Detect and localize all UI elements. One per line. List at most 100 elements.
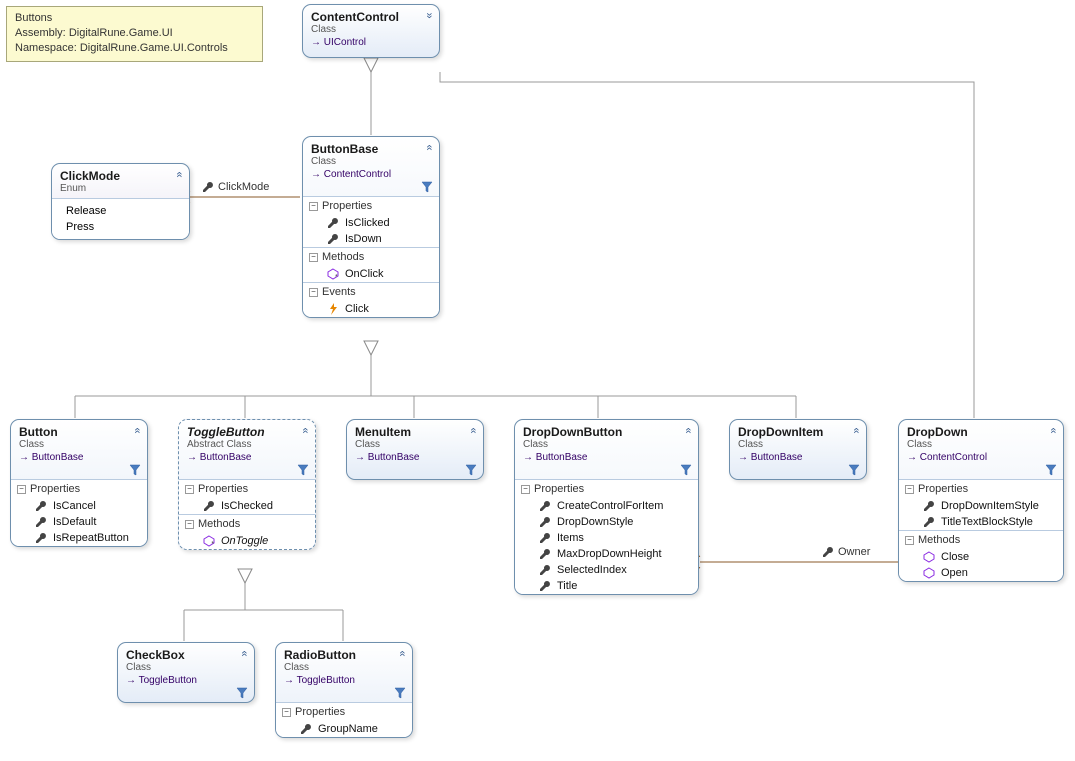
- class-title: MenuItem: [355, 425, 475, 439]
- minus-icon: −: [309, 253, 318, 262]
- collapse-icon[interactable]: »: [396, 653, 408, 656]
- minus-icon: −: [521, 485, 530, 494]
- wrench-icon: [327, 233, 339, 245]
- section-properties[interactable]: −Properties: [515, 480, 698, 498]
- enum-values: Release Press: [52, 198, 189, 239]
- property-item: IsDown: [303, 231, 439, 247]
- section-properties[interactable]: −Properties: [11, 480, 147, 498]
- minus-icon: −: [282, 708, 291, 717]
- wrench-icon: [35, 532, 47, 544]
- method-icon: [327, 268, 339, 280]
- class-title: ButtonBase: [311, 142, 431, 156]
- section-properties[interactable]: −Properties: [899, 480, 1063, 498]
- collapse-icon[interactable]: »: [238, 653, 250, 656]
- collapse-icon[interactable]: »: [850, 430, 862, 433]
- section-properties[interactable]: −Properties: [276, 703, 412, 721]
- wrench-icon: [539, 532, 551, 544]
- class-inherits: ContentControl: [311, 169, 431, 180]
- property-item: SelectedIndex: [515, 562, 698, 578]
- collapse-icon[interactable]: »: [423, 147, 435, 150]
- class-stereo: Class: [738, 439, 858, 450]
- class-ContentControl[interactable]: ContentControl Class UIControl «: [302, 4, 440, 58]
- class-title: DropDown: [907, 425, 1055, 439]
- enum-value: Release: [52, 203, 189, 219]
- collapse-icon[interactable]: »: [299, 430, 311, 433]
- collapse-icon[interactable]: »: [131, 430, 143, 433]
- info-title: Buttons: [15, 11, 254, 26]
- class-stereo: Abstract Class: [187, 439, 307, 450]
- class-stereo: Enum: [60, 183, 181, 194]
- minus-icon: −: [17, 485, 26, 494]
- expand-icon[interactable]: «: [423, 15, 435, 18]
- property-item: IsRepeatButton: [11, 530, 147, 546]
- association-label-clickmode: ClickMode: [202, 181, 269, 193]
- class-title: ClickMode: [60, 169, 181, 183]
- section-events[interactable]: −Events: [303, 283, 439, 301]
- method-item: Close: [899, 549, 1063, 565]
- filter-icon[interactable]: [297, 464, 309, 476]
- class-inherits: UIControl: [311, 37, 431, 48]
- filter-icon[interactable]: [465, 464, 477, 476]
- filter-icon[interactable]: [680, 464, 692, 476]
- method-icon: [203, 535, 215, 547]
- event-item: Click: [303, 301, 439, 317]
- minus-icon: −: [905, 536, 914, 545]
- class-inherits: ButtonBase: [523, 452, 690, 463]
- association-label-owner: Owner: [822, 546, 870, 558]
- minus-icon: −: [309, 202, 318, 211]
- method-icon: [923, 551, 935, 563]
- collapse-icon[interactable]: »: [467, 430, 479, 433]
- class-RadioButton[interactable]: RadioButton Class ToggleButton » −Proper…: [275, 642, 413, 738]
- minus-icon: −: [185, 485, 194, 494]
- minus-icon: −: [309, 288, 318, 297]
- class-inherits: ContentControl: [907, 452, 1055, 463]
- class-stereo: Class: [355, 439, 475, 450]
- filter-icon[interactable]: [848, 464, 860, 476]
- wrench-icon: [539, 580, 551, 592]
- section-properties[interactable]: −Properties: [303, 197, 439, 215]
- filter-icon[interactable]: [1045, 464, 1057, 476]
- section-methods[interactable]: −Methods: [179, 515, 315, 533]
- class-DropDown[interactable]: DropDown Class ContentControl » −Propert…: [898, 419, 1064, 582]
- wrench-icon: [822, 546, 834, 558]
- class-Button[interactable]: Button Class ButtonBase » −Properties Is…: [10, 419, 148, 547]
- class-ToggleButton[interactable]: ToggleButton Abstract Class ButtonBase »…: [178, 419, 316, 550]
- class-DropDownButton[interactable]: DropDownButton Class ButtonBase » −Prope…: [514, 419, 699, 595]
- section-methods[interactable]: −Methods: [899, 531, 1063, 549]
- class-inherits: ButtonBase: [738, 452, 858, 463]
- minus-icon: −: [905, 485, 914, 494]
- class-MenuItem[interactable]: MenuItem Class ButtonBase »: [346, 419, 484, 480]
- wrench-icon: [539, 548, 551, 560]
- property-item: Title: [515, 578, 698, 594]
- class-stereo: Class: [523, 439, 690, 450]
- collapse-icon[interactable]: »: [173, 174, 185, 177]
- wrench-icon: [539, 500, 551, 512]
- property-item: MaxDropDownHeight: [515, 546, 698, 562]
- filter-icon[interactable]: [236, 687, 248, 699]
- class-ButtonBase[interactable]: ButtonBase Class ContentControl » −Prope…: [302, 136, 440, 318]
- class-stereo: Class: [907, 439, 1055, 450]
- class-title: ContentControl: [311, 10, 431, 24]
- property-item: IsDefault: [11, 514, 147, 530]
- wrench-icon: [327, 217, 339, 229]
- class-DropDownItem[interactable]: DropDownItem Class ButtonBase »: [729, 419, 867, 480]
- class-inherits: ButtonBase: [19, 452, 139, 463]
- property-item: TitleTextBlockStyle: [899, 514, 1063, 530]
- section-methods[interactable]: −Methods: [303, 248, 439, 266]
- section-properties[interactable]: −Properties: [179, 480, 315, 498]
- filter-icon[interactable]: [129, 464, 141, 476]
- class-title: DropDownButton: [523, 425, 690, 439]
- enum-ClickMode[interactable]: ClickMode Enum » Release Press: [51, 163, 190, 240]
- event-icon: [327, 303, 339, 315]
- collapse-icon[interactable]: »: [1047, 430, 1059, 433]
- filter-icon[interactable]: [394, 687, 406, 699]
- class-title: Button: [19, 425, 139, 439]
- class-inherits: ButtonBase: [355, 452, 475, 463]
- filter-icon[interactable]: [421, 181, 433, 193]
- method-icon: [923, 567, 935, 579]
- class-inherits: ToggleButton: [284, 675, 404, 686]
- collapse-icon[interactable]: »: [682, 430, 694, 433]
- wrench-icon: [35, 516, 47, 528]
- class-CheckBox[interactable]: CheckBox Class ToggleButton »: [117, 642, 255, 703]
- property-item: DropDownItemStyle: [899, 498, 1063, 514]
